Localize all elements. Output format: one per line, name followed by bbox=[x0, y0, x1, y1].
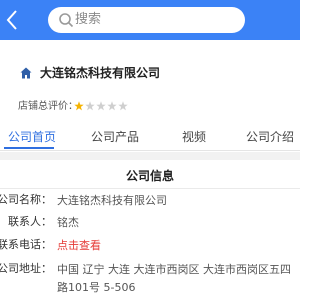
search-input[interactable]: 搜索 bbox=[48, 7, 245, 33]
info-label: 联系人： bbox=[8, 215, 52, 228]
info-value: 大连铭杰科技有限公司 bbox=[57, 194, 167, 207]
info-label: 联系电话： bbox=[0, 238, 52, 251]
tab-video[interactable]: 视频 bbox=[182, 129, 206, 145]
star-icon bbox=[118, 101, 128, 111]
star-icon bbox=[107, 101, 117, 111]
back-icon[interactable] bbox=[5, 9, 19, 31]
tab-introduction[interactable]: 公司介绍 bbox=[246, 129, 294, 145]
info-label: 公司地址： bbox=[0, 262, 52, 275]
star-icon bbox=[96, 101, 106, 111]
rating-stars bbox=[74, 101, 128, 113]
view-phone-link[interactable]: 点击查看 bbox=[57, 237, 293, 255]
info-title: 公司信息 bbox=[125, 169, 174, 183]
info-title-divider bbox=[0, 188, 300, 189]
info-value: 中国 辽宁 大连 大连市西岗区 大连市西岗区五四路101号 5-506 bbox=[57, 263, 291, 294]
search-icon bbox=[59, 13, 74, 28]
section-divider bbox=[0, 152, 300, 160]
company-header: 大连铭杰科技有限公司 店铺总评价： bbox=[0, 40, 300, 125]
info-label: 公司名称： bbox=[0, 193, 52, 206]
home-icon bbox=[20, 67, 32, 79]
rating-label: 店铺总评价： bbox=[18, 101, 78, 112]
star-icon bbox=[74, 101, 84, 111]
tab-home[interactable]: 公司首页 bbox=[8, 129, 56, 145]
active-tab-indicator bbox=[4, 147, 54, 149]
star-icon bbox=[85, 101, 95, 111]
search-placeholder: 搜索 bbox=[75, 12, 102, 27]
info-value: 铭杰 bbox=[57, 216, 79, 229]
top-bar: 搜索 bbox=[0, 0, 300, 40]
company-name: 大连铭杰科技有限公司 bbox=[40, 66, 161, 80]
tab-products[interactable]: 公司产品 bbox=[91, 129, 139, 145]
